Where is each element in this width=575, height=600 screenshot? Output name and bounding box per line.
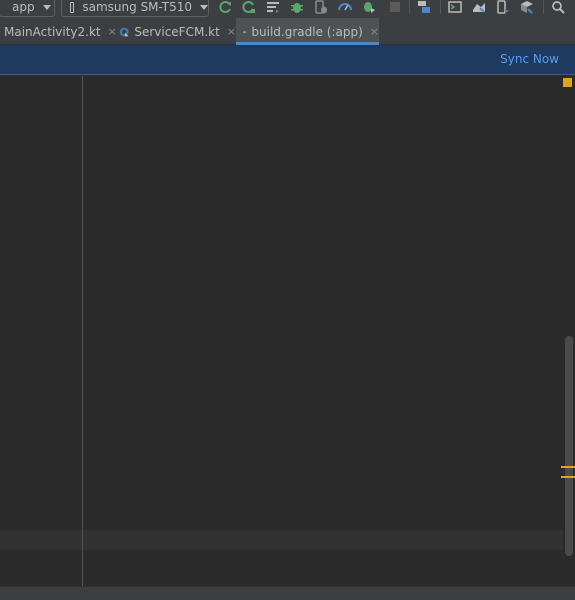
chevron-down-icon	[200, 4, 208, 10]
warning-marker[interactable]	[561, 466, 575, 468]
gradle-icon	[243, 30, 246, 33]
apply-code-changes-icon[interactable]	[242, 0, 256, 14]
apply-changes-restart-icon[interactable]	[219, 0, 233, 14]
main-toolbar: app samsung SM-T510	[0, 0, 575, 18]
editor-tab-bar: MainActivity2.kt × ServiceFCM.kt × build…	[0, 18, 575, 45]
scrollbar-thumb[interactable]	[565, 336, 573, 556]
toolbar-divider	[440, 0, 441, 14]
current-line-highlight	[0, 530, 563, 550]
chevron-down-icon	[42, 4, 51, 10]
inspection-warning-indicator[interactable]	[563, 78, 572, 87]
tab-mainactivity2[interactable]: MainActivity2.kt ×	[0, 18, 117, 45]
avd-manager-icon[interactable]	[496, 0, 510, 14]
debug-icon[interactable]	[290, 0, 304, 14]
sdk-manager-icon[interactable]	[472, 0, 486, 14]
search-icon[interactable]	[551, 0, 565, 14]
attach-debugger-icon[interactable]	[314, 0, 328, 14]
run-config-label: app	[12, 0, 35, 14]
profile-icon[interactable]	[338, 0, 352, 14]
run-coverage-icon[interactable]	[362, 0, 376, 14]
sync-now-link[interactable]: Sync Now	[500, 52, 559, 66]
stop-icon[interactable]	[388, 0, 402, 14]
tab-label: ServiceFCM.kt	[134, 24, 220, 39]
code-editor[interactable]	[0, 76, 575, 586]
tab-label: build.gradle (:app)	[251, 24, 363, 39]
logcat-icon[interactable]	[266, 0, 280, 14]
bottom-bar	[0, 586, 575, 600]
device-dropdown[interactable]: samsung SM-T510	[61, 0, 209, 17]
kotlin-file-icon	[119, 27, 129, 36]
close-icon[interactable]: ×	[227, 25, 236, 38]
toolbar-divider	[409, 0, 410, 14]
layout-inspector-icon[interactable]	[520, 0, 534, 14]
phone-icon	[70, 1, 75, 13]
tab-label: MainActivity2.kt	[4, 24, 101, 39]
warning-marker[interactable]	[561, 476, 575, 478]
toolbar-divider	[543, 0, 544, 14]
project-structure-icon[interactable]	[417, 0, 431, 14]
close-icon[interactable]: ×	[370, 25, 379, 38]
tab-build-gradle[interactable]: build.gradle (:app) ×	[236, 18, 379, 45]
gradle-sync-banner: Sync Now	[0, 45, 575, 75]
terminal-icon[interactable]	[448, 0, 462, 14]
tab-servicefcm[interactable]: ServiceFCM.kt ×	[112, 18, 236, 45]
gutter-divider	[82, 76, 83, 586]
device-label: samsung SM-T510	[82, 0, 192, 14]
run-config-dropdown[interactable]: app	[0, 0, 55, 17]
